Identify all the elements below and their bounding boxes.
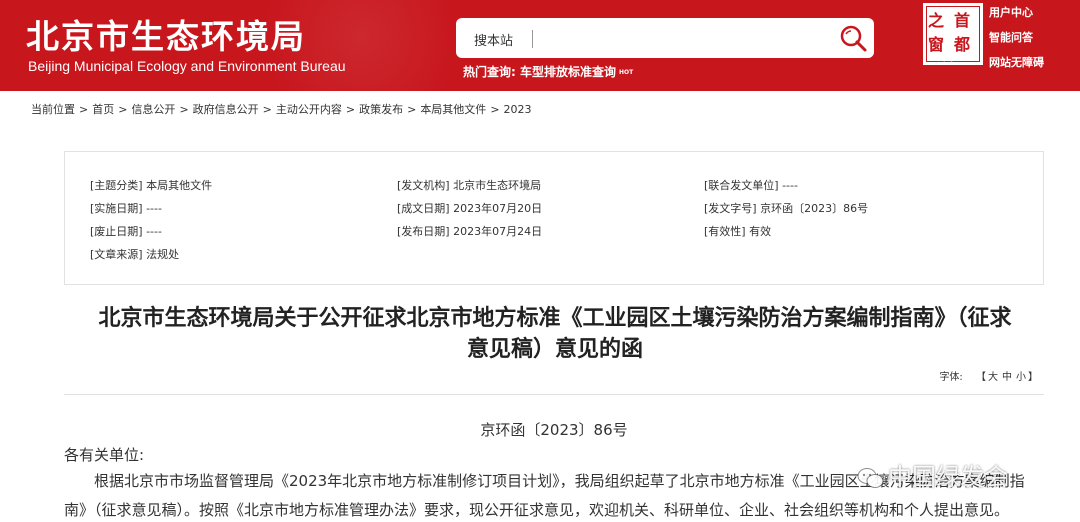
logo-char: 之: [928, 11, 945, 30]
article-title: 北京市生态环境局关于公开征求北京市地方标准《工业园区土壤污染防治方案编制指南》（…: [60, 303, 1050, 365]
meta-joint-issuer: [联合发文单位] ----: [704, 179, 798, 192]
search-box: 搜本站: [456, 18, 874, 58]
meta-doc-number: [发文字号] 京环函〔2023〕86号: [704, 202, 869, 215]
search-divider: [532, 30, 533, 48]
watermark-text: 中国绿发会: [888, 463, 1008, 491]
document-number: 京环函〔2023〕86号: [480, 421, 628, 439]
breadcrumb: 当前位置 > 首页 > 信息公开 > 政府信息公开 > 主动公开内容 > 政策发布 > 本局其他文件 >2…: [31, 103, 532, 116]
font-size-label: 字体:: [939, 372, 963, 383]
logo-char: 都: [954, 35, 971, 54]
search-label: 搜本站: [474, 34, 514, 49]
user-center-link[interactable]: 用户中心: [989, 0, 1044, 25]
article-title-line: 意见稿）意见的函: [466, 337, 643, 362]
logo-char: 首: [954, 11, 971, 30]
meta-effective-date: [实施日期] ----: [90, 202, 162, 215]
wechat-icon: [857, 468, 884, 488]
hot-query-link[interactable]: 车型排放标准查询: [520, 65, 616, 79]
site-subtitle: Beijing Municipal Ecology and Environmen…: [28, 58, 346, 74]
utility-links: 用户中心 智能问答 网站无障碍: [989, 0, 1044, 75]
wechat-watermark: 中国绿发会: [856, 457, 1008, 492]
breadcrumb-item[interactable]: 2023: [504, 103, 532, 116]
font-size-switcher: 字体: 【大中小】: [939, 372, 1038, 383]
article-divider: [64, 394, 1044, 395]
breadcrumb-item[interactable]: 首页: [92, 103, 114, 116]
logo-caption: Beijing·China: [935, 56, 971, 62]
meta-issuer: [发文机构] 北京市生态环境局: [397, 179, 542, 192]
breadcrumb-item[interactable]: 主动公开内容: [276, 103, 342, 116]
addressee: 各有关单位:: [64, 446, 145, 464]
meta-abolished-date: [废止日期] ----: [90, 225, 162, 238]
smart-qa-link[interactable]: 智能问答: [989, 25, 1044, 50]
search-icon[interactable]: [836, 23, 870, 53]
meta-source: [文章来源] 法规处: [90, 248, 180, 261]
breadcrumb-item[interactable]: 信息公开: [131, 103, 175, 116]
breadcrumb-item[interactable]: 政府信息公开: [193, 103, 259, 116]
breadcrumb-label: 当前位置: [31, 103, 75, 116]
font-size-large-button[interactable]: 大: [988, 372, 998, 383]
meta-validity: [有效性] 有效: [704, 225, 772, 238]
document-meta-box: [主题分类] 本局其他文件 [发文机构] 北京市生态环境局 [联合发文单位] -…: [64, 151, 1044, 285]
font-size-medium-button[interactable]: 中: [1002, 372, 1012, 383]
accessibility-link[interactable]: 网站无障碍: [989, 50, 1044, 75]
hot-queries-label: 热门查询:: [463, 65, 516, 79]
hot-queries: 热门查询: 车型排放标准查询 HOT: [463, 63, 633, 80]
hot-tag: HOT: [619, 69, 634, 76]
site-title[interactable]: 北京市生态环境局: [26, 10, 306, 58]
meta-created-date: [成文日期] 2023年07月20日: [397, 202, 543, 215]
meta-published-date: [发布日期] 2023年07月24日: [397, 225, 543, 238]
article-title-line: 北京市生态环境局关于公开征求北京市地方标准《工业园区土壤污染防治方案编制指南》（…: [98, 306, 1012, 331]
meta-topic: [主题分类] 本局其他文件: [90, 179, 213, 192]
site-header: 北京市生态环境局 Beijing Municipal Ecology and E…: [0, 0, 1080, 91]
search-input[interactable]: [541, 27, 821, 49]
breadcrumb-item[interactable]: 本局其他文件: [420, 103, 486, 116]
font-size-small-button[interactable]: 小: [1016, 372, 1026, 383]
breadcrumb-item[interactable]: 政策发布: [359, 103, 403, 116]
logo-char: 窗: [928, 35, 945, 54]
